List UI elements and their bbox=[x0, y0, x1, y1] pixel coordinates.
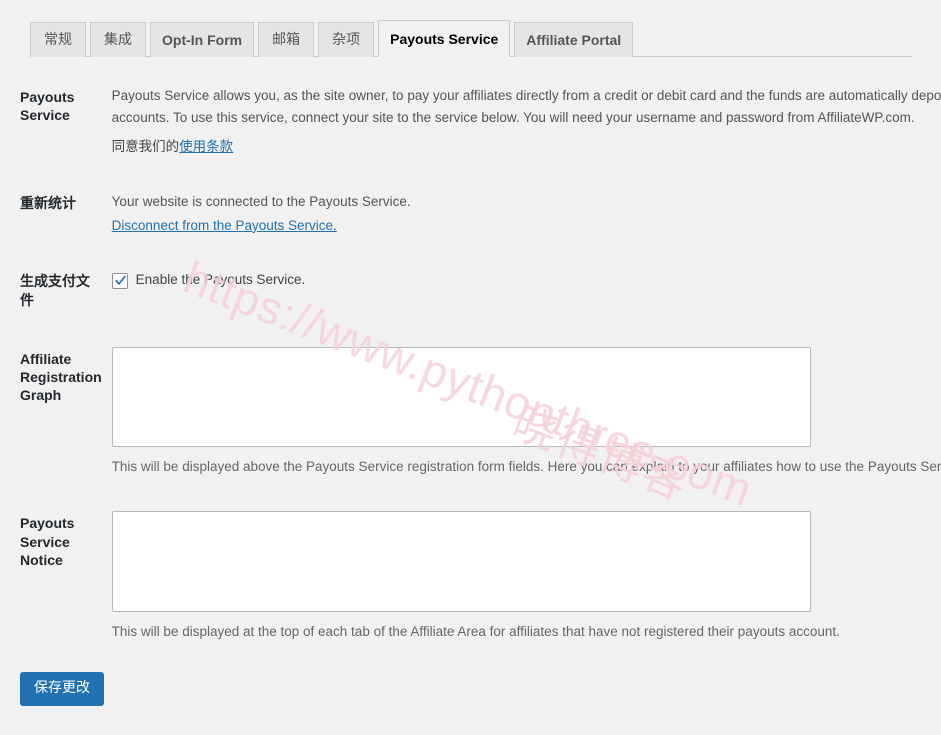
terms-of-use-link[interactable]: 使用条款 bbox=[179, 139, 233, 155]
row-enable-payouts-service: 生成支付文件 Enable the Payouts Service. bbox=[0, 253, 941, 329]
row-label-payouts-service-notice: Payouts Service Notice bbox=[20, 515, 75, 568]
connection-status-text: Your website is connected to the Payouts… bbox=[111, 193, 411, 209]
disconnect-line: Disconnect from the Payouts Service. bbox=[112, 216, 941, 237]
row-content-enable: Enable the Payouts Service. bbox=[111, 253, 941, 329]
row-affiliate-registration-graph: Affiliate Registration Graph This will b… bbox=[0, 330, 941, 495]
save-changes-button[interactable]: 保存更改 bbox=[20, 672, 104, 707]
payouts-service-notice-textarea[interactable] bbox=[111, 511, 811, 613]
row-connection-status: 重新统计 Your website is connected to the Pa… bbox=[0, 175, 941, 254]
enable-payouts-service-checkbox-row[interactable]: Enable the Payouts Service. bbox=[111, 270, 941, 291]
row-label-generate-payout-file: 生成支付文件 bbox=[20, 274, 90, 309]
tab-general[interactable]: 常规 bbox=[30, 22, 86, 57]
settings-form-table: Payouts Service Payouts Service allows y… bbox=[0, 68, 941, 660]
submit-button-container: 保存更改 bbox=[0, 660, 941, 707]
row-content-connection-status: Your website is connected to the Payouts… bbox=[112, 175, 941, 254]
checkmark-icon bbox=[114, 275, 126, 286]
payouts-service-notice-description: This will be displayed at the top of eac… bbox=[111, 624, 840, 640]
disconnect-payouts-service-link[interactable]: Disconnect from the Payouts Service. bbox=[112, 218, 337, 233]
row-label-reconnect: 重新统计 bbox=[20, 195, 76, 212]
enable-payouts-service-label: Enable the Payouts Service. bbox=[135, 272, 306, 288]
tab-affiliate-portal[interactable]: Affiliate Portal bbox=[514, 22, 634, 57]
tab-integrations[interactable]: 集成 bbox=[90, 22, 146, 57]
settings-tabs-container: 常规 集成 Opt-In Form 邮箱 杂项 Payouts Service … bbox=[0, 0, 941, 58]
settings-tab-nav: 常规 集成 Opt-In Form 邮箱 杂项 Payouts Service … bbox=[30, 20, 912, 57]
row-label-affiliate-registration-graph: Affiliate Registration Graph bbox=[20, 350, 102, 404]
affiliate-registration-graph-textarea[interactable] bbox=[111, 346, 811, 447]
row-payouts-service: Payouts Service Payouts Service allows y… bbox=[0, 68, 941, 175]
terms-prefix-text: 同意我们的 bbox=[111, 138, 180, 155]
row-label-payouts-service: Payouts Service bbox=[20, 89, 75, 124]
row-content-registration-graph: This will be displayed above the Payouts… bbox=[111, 330, 941, 495]
row-content-service-notice: This will be displayed at the top of eac… bbox=[111, 494, 941, 660]
row-payouts-service-notice: Payouts Service Notice This will be disp… bbox=[0, 494, 941, 660]
tab-emails[interactable]: 邮箱 bbox=[258, 22, 315, 57]
tab-payouts-service[interactable]: Payouts Service bbox=[378, 20, 511, 57]
payouts-service-description: Payouts Service allows you, as the site … bbox=[111, 88, 941, 125]
enable-payouts-service-checkbox[interactable] bbox=[111, 272, 128, 289]
row-content-payouts-service: Payouts Service allows you, as the site … bbox=[112, 68, 941, 175]
tab-opt-in-form[interactable]: Opt-In Form bbox=[150, 22, 255, 57]
affiliate-registration-graph-description: This will be displayed above the Payouts… bbox=[111, 458, 941, 474]
tab-misc[interactable]: 杂项 bbox=[318, 22, 375, 57]
terms-agreement-line: 同意我们的使用条款 bbox=[112, 137, 941, 158]
